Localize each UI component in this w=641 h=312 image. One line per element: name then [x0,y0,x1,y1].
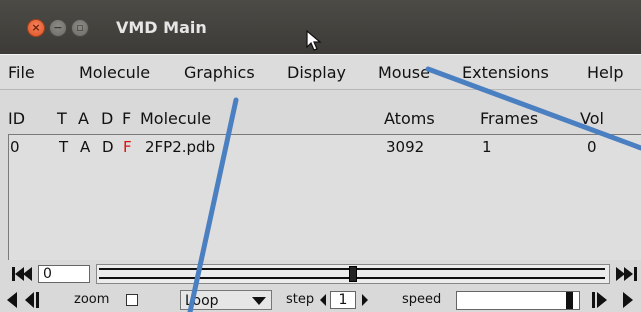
cursor-arrow-shape [306,30,322,51]
close-icon: × [31,21,41,34]
window-title: VMD Main [116,18,207,37]
last-frame-bar [634,267,637,281]
dropdown-arrow-shape [252,297,266,305]
molecule-fixed-toggle[interactable]: F [123,138,132,156]
loop-mode-value: Loop [185,293,219,309]
frame-slider-row: 0 [0,260,641,288]
first-frame-button[interactable] [12,266,32,282]
menu-mouse[interactable]: Mouse [378,63,430,82]
menu-molecule[interactable]: Molecule [79,63,150,82]
molecule-frames: 1 [482,138,492,156]
step-label: step [286,292,315,307]
step-value-input[interactable]: 1 [330,291,356,309]
molecule-top-toggle[interactable]: T [59,138,68,156]
minimize-icon: − [53,21,63,34]
frame-slider-handle[interactable] [349,266,357,282]
molecule-id: 0 [10,138,20,156]
column-header-vol[interactable]: Vol [580,109,604,128]
maximize-window-button[interactable]: ▫ [71,19,89,37]
step-forward-icon [597,292,607,308]
column-header-frames[interactable]: Frames [480,109,538,128]
column-header-molecule[interactable]: Molecule [140,109,211,128]
column-header-d[interactable]: D [101,109,113,128]
molecule-name: 2FP2.pdb [145,138,216,156]
frame-slider[interactable] [96,264,610,284]
close-window-button[interactable]: × [27,19,45,37]
step-back-bar [36,292,39,308]
molecule-list-header: ID T A D F Molecule Atoms Frames Vol [0,90,641,134]
column-header-t[interactable]: T [57,109,67,128]
molecule-vol: 0 [587,138,597,156]
molecule-active-toggle[interactable]: A [80,138,90,156]
play-forward-button[interactable] [621,290,635,310]
menu-graphics[interactable]: Graphics [184,63,255,82]
zoom-checkbox[interactable] [126,294,138,306]
loop-mode-select[interactable]: Loop [180,290,272,310]
menu-bar: File Molecule Graphics Display Mouse Ext… [0,54,641,90]
column-header-a[interactable]: A [78,109,89,128]
last-frame-arrow [616,267,625,281]
column-header-f[interactable]: F [122,109,131,128]
play-reverse-icon [7,292,17,308]
molecule-atoms: 3092 [386,138,425,156]
step-back-button[interactable] [24,290,40,310]
step-decrease-button[interactable] [319,290,327,310]
column-header-id[interactable]: ID [8,109,25,128]
menu-extensions[interactable]: Extensions [462,63,549,82]
molecule-list[interactable]: 0 T A D F 2FP2.pdb 3092 1 0 [8,134,641,260]
animation-controls: zoom Loop step 1 speed [0,288,641,312]
step-decrease-icon [320,294,326,306]
last-frame-arrow-2 [624,267,633,281]
minimize-window-button[interactable]: − [49,19,67,37]
frame-number-input[interactable]: 0 [38,265,90,283]
step-increase-button[interactable] [361,290,369,310]
step-back-icon [25,292,34,308]
dropdown-arrow-icon [252,297,266,305]
play-forward-icon [623,292,633,308]
play-reverse-button[interactable] [6,290,18,310]
molecule-drawn-toggle[interactable]: D [102,138,114,156]
menu-display[interactable]: Display [287,63,346,82]
mouse-cursor-icon [306,30,322,51]
menu-file[interactable]: File [8,63,35,82]
last-frame-button[interactable] [616,266,638,282]
first-frame-arrow-2 [23,267,32,281]
first-frame-bar [12,267,15,281]
step-forward-button[interactable] [591,290,611,310]
speed-slider[interactable] [456,291,580,310]
first-frame-arrow [15,267,24,281]
maximize-icon: ▫ [76,21,84,34]
zoom-label: zoom [74,292,110,307]
molecule-row[interactable]: 0 T A D F 2FP2.pdb 3092 1 0 [9,137,641,157]
step-forward-bar [592,292,595,308]
speed-slider-handle[interactable] [566,292,573,309]
step-increase-icon [362,294,368,306]
column-header-atoms[interactable]: Atoms [384,109,435,128]
menu-help[interactable]: Help [587,63,623,82]
speed-label: speed [402,292,442,307]
